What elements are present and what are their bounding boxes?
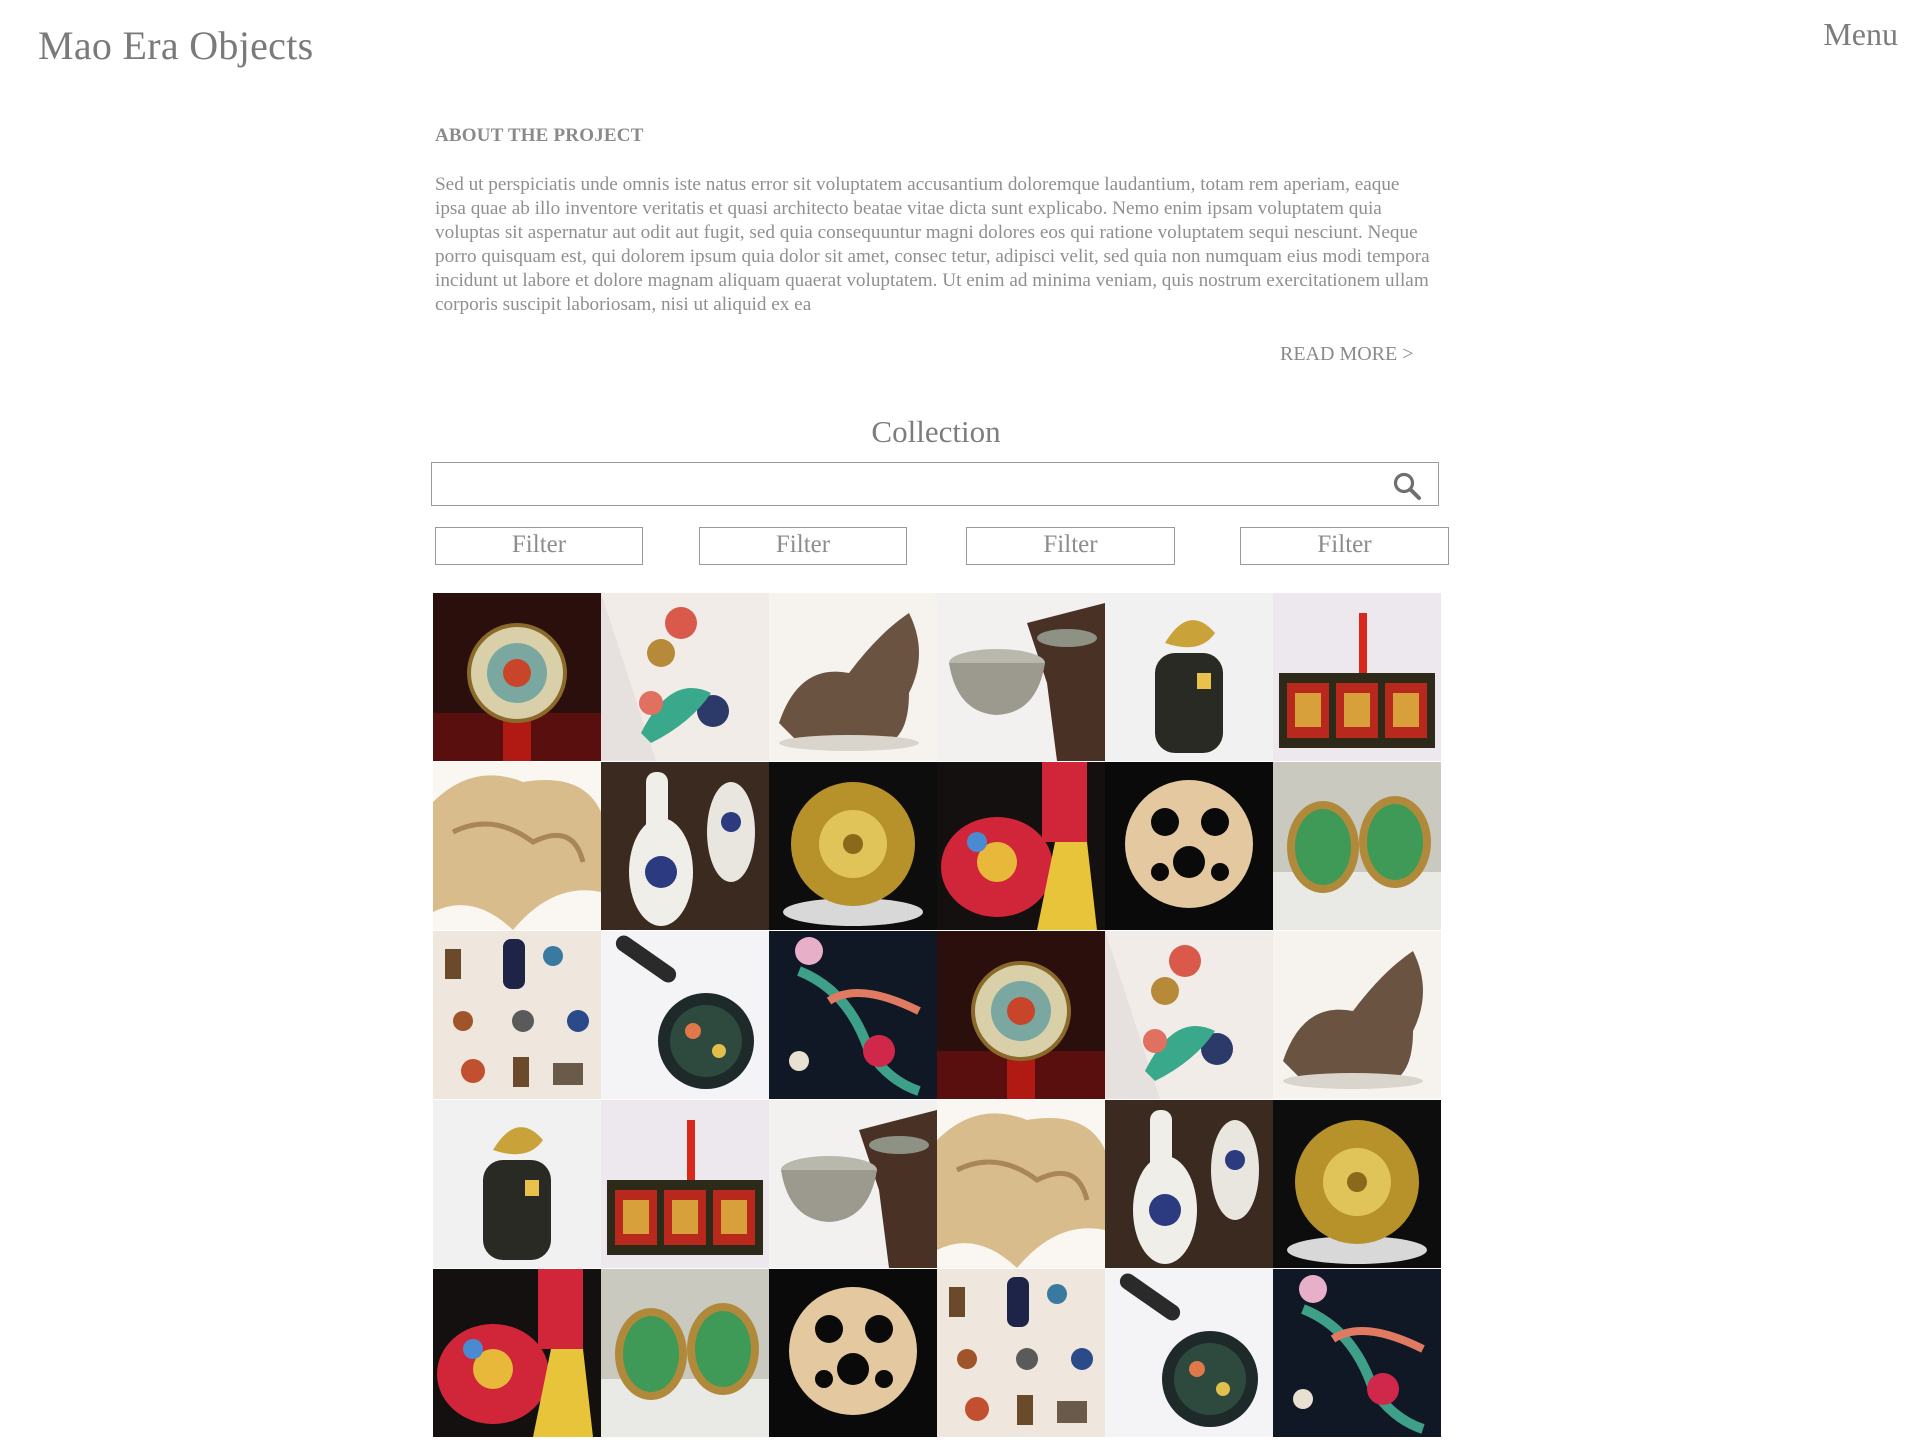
carved-jade-pendant-thumbnail [769,1269,937,1437]
collection-item-carved-root-sculpture[interactable] [433,762,601,930]
blue-white-spoons-thumbnail [1105,1100,1273,1268]
porcelain-flower-vase-thumbnail [601,593,769,761]
collection-item-bronze-ox[interactable] [769,593,937,761]
cloisonne-compact-thumbnail [601,931,769,1099]
blue-white-spoons-thumbnail [601,762,769,930]
collection-item-carved-jade-pendant[interactable] [769,1269,937,1437]
collection-item-cloisonne-compact[interactable] [1105,1269,1273,1437]
about-body: Sed ut perspiciatis unde omnis iste natu… [435,174,1430,315]
collection-item-lacquered-cabinet[interactable] [1273,593,1441,761]
search-bar [431,462,1439,506]
miniature-objects-set-thumbnail [937,1269,1105,1437]
collection-item-jade-cufflinks[interactable] [601,1269,769,1437]
menu-link[interactable]: Menu [1823,16,1898,53]
gilded-rosette-plate-thumbnail [769,762,937,930]
phoenix-embroidery-thumbnail [769,931,937,1099]
collection-item-dragon-medallion[interactable] [937,931,1105,1099]
filter-button-2[interactable]: Filter [699,527,907,565]
collection-item-phoenix-embroidery[interactable] [769,931,937,1099]
gilded-rosette-plate-thumbnail [1273,1100,1441,1268]
collection-item-lacquered-cabinet[interactable] [601,1100,769,1268]
collection-item-phoenix-embroidery[interactable] [1273,1269,1441,1437]
celadon-bowl-thumbnail [937,593,1105,761]
collection-item-porcelain-flower-vase[interactable] [601,593,769,761]
collection-item-carved-root-sculpture[interactable] [937,1100,1105,1268]
goldfish-lid-jar-thumbnail [1105,593,1273,761]
collection-item-famille-rose-vase[interactable] [433,1269,601,1437]
jade-cufflinks-thumbnail [1273,762,1441,930]
bronze-ox-thumbnail [1273,931,1441,1099]
filter-button-1[interactable]: Filter [435,527,643,565]
collection-item-famille-rose-vase[interactable] [937,762,1105,930]
goldfish-lid-jar-thumbnail [433,1100,601,1268]
miniature-objects-set-thumbnail [433,931,601,1099]
dragon-medallion-thumbnail [937,931,1105,1099]
read-more-link[interactable]: READ MORE > [1280,343,1414,366]
celadon-bowl-thumbnail [769,1100,937,1268]
collection-item-miniature-objects-set[interactable] [937,1269,1105,1437]
famille-rose-vase-thumbnail [937,762,1105,930]
collection-item-celadon-bowl[interactable] [937,593,1105,761]
collection-item-blue-white-spoons[interactable] [601,762,769,930]
site-title[interactable]: Mao Era Objects [38,22,314,69]
about-section: ABOUT THE PROJECT Sed ut perspiciatis un… [435,125,1435,317]
search-icon[interactable] [1392,471,1422,501]
lacquered-cabinet-thumbnail [601,1100,769,1268]
collection-item-gilded-rosette-plate[interactable] [1273,1100,1441,1268]
dragon-medallion-thumbnail [433,593,601,761]
collection-item-goldfish-lid-jar[interactable] [1105,593,1273,761]
collection-item-goldfish-lid-jar[interactable] [433,1100,601,1268]
about-heading: ABOUT THE PROJECT [435,125,644,146]
collection-item-dragon-medallion[interactable] [433,593,601,761]
collection-item-blue-white-spoons[interactable] [1105,1100,1273,1268]
collection-item-jade-cufflinks[interactable] [1273,762,1441,930]
carved-root-sculpture-thumbnail [937,1100,1105,1268]
filter-button-3[interactable]: Filter [966,527,1175,565]
filter-button-4[interactable]: Filter [1240,527,1449,565]
search-input[interactable] [440,469,1374,501]
jade-cufflinks-thumbnail [601,1269,769,1437]
collection-item-bronze-ox[interactable] [1273,931,1441,1099]
collection-title: Collection [871,414,1001,449]
collection-item-celadon-bowl[interactable] [769,1100,937,1268]
phoenix-embroidery-thumbnail [1273,1269,1441,1437]
cloisonne-compact-thumbnail [1105,1269,1273,1437]
famille-rose-vase-thumbnail [433,1269,601,1437]
bronze-ox-thumbnail [769,593,937,761]
collection-grid [433,593,1441,1437]
collection-item-carved-jade-pendant[interactable] [1105,762,1273,930]
collection-item-gilded-rosette-plate[interactable] [769,762,937,930]
carved-jade-pendant-thumbnail [1105,762,1273,930]
collection-item-porcelain-flower-vase[interactable] [1105,931,1273,1099]
porcelain-flower-vase-thumbnail [1105,931,1273,1099]
collection-item-miniature-objects-set[interactable] [433,931,601,1099]
lacquered-cabinet-thumbnail [1273,593,1441,761]
carved-root-sculpture-thumbnail [433,762,601,930]
collection-item-cloisonne-compact[interactable] [601,931,769,1099]
